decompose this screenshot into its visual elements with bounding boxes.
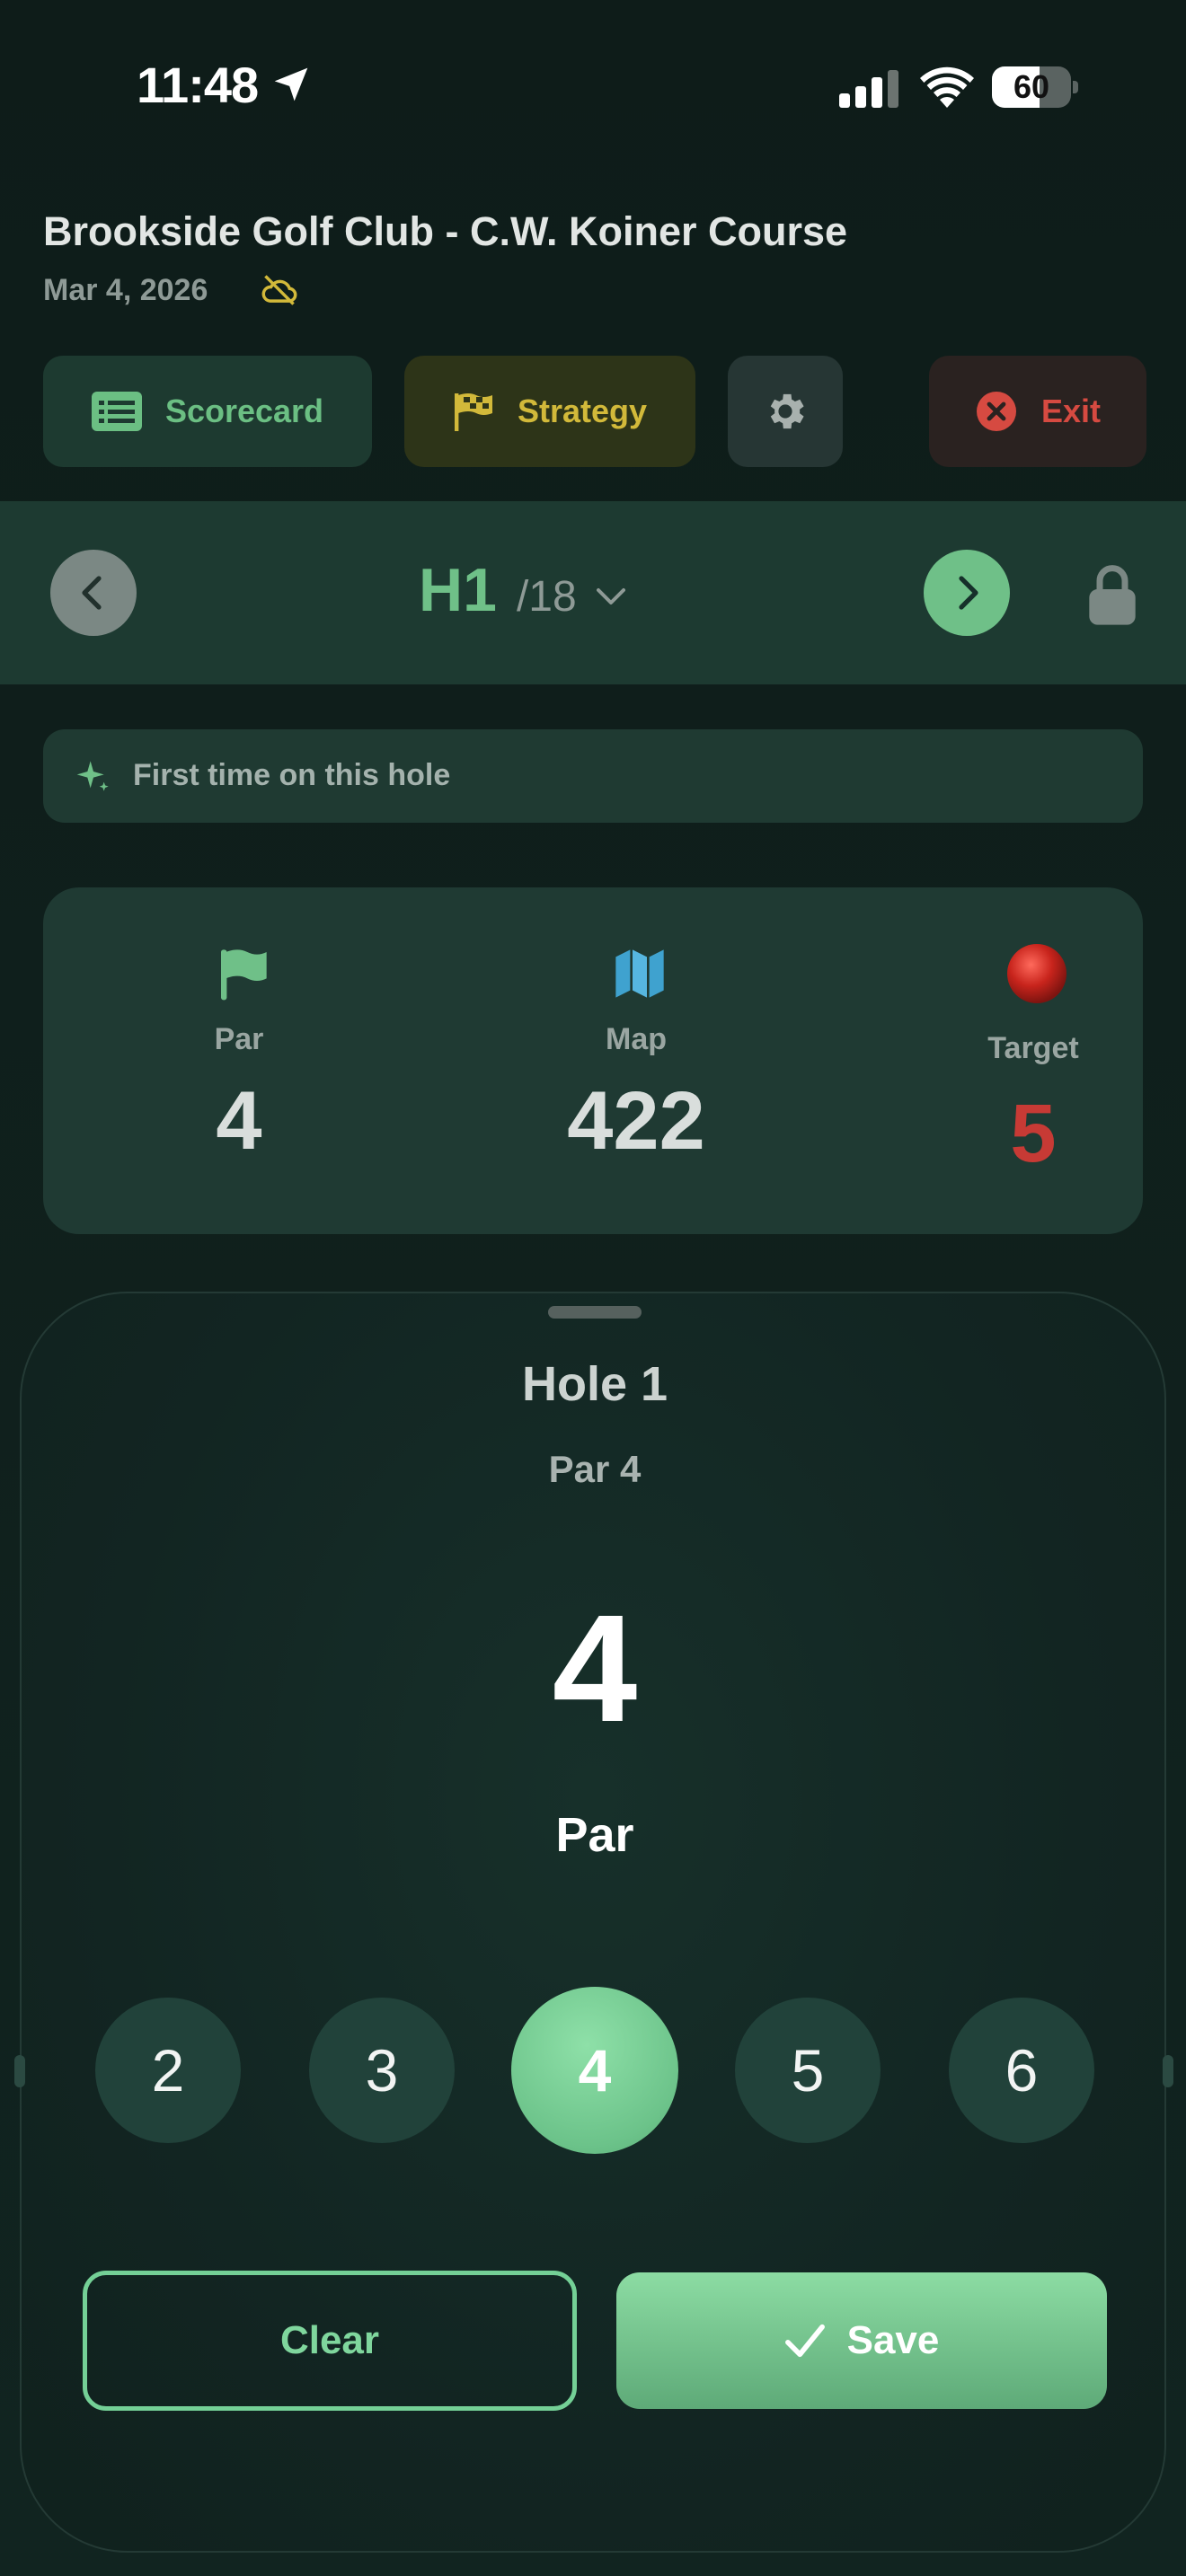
clear-button[interactable]: Clear bbox=[83, 2271, 577, 2411]
hole-stats-card: Par 4 Map 422 Target 5 bbox=[43, 887, 1143, 1234]
lock-icon[interactable] bbox=[1087, 564, 1137, 627]
sheet-par: Par 4 bbox=[548, 1448, 642, 1490]
first-time-text: First time on this hole bbox=[133, 758, 451, 792]
course-title: Brookside Golf Club - C.W. Koiner Course bbox=[43, 208, 848, 254]
settings-button[interactable] bbox=[728, 356, 843, 467]
first-time-banner: First time on this hole bbox=[43, 729, 1143, 823]
score-option-3[interactable]: 3 bbox=[309, 1998, 455, 2143]
cloud-off-icon bbox=[261, 275, 297, 305]
chevron-left-icon bbox=[82, 576, 102, 610]
cellular-signal-icon bbox=[839, 70, 898, 108]
status-bar: 11:48 60 bbox=[0, 0, 1186, 171]
hole-selector[interactable]: H1 /18 bbox=[419, 555, 625, 631]
sheet-grabber[interactable] bbox=[548, 1306, 642, 1319]
score-option-peek-right bbox=[1163, 2055, 1173, 2087]
chevron-right-icon bbox=[959, 576, 978, 610]
score-option-5[interactable]: 5 bbox=[735, 1998, 881, 2143]
scorecard-button[interactable]: Scorecard bbox=[43, 356, 372, 467]
score-entry-sheet: Hole 1 Par 4 4 Par 2 3 4 5 6 Clear Save bbox=[14, 1292, 1173, 2553]
score-name: Par bbox=[555, 1808, 634, 1862]
score-option-2[interactable]: 2 bbox=[95, 1998, 241, 2143]
status-time: 11:48 bbox=[137, 57, 259, 113]
save-button[interactable]: Save bbox=[616, 2272, 1107, 2409]
round-date: Mar 4, 2026 bbox=[43, 273, 208, 307]
sparkle-icon bbox=[76, 761, 109, 791]
score-option-peek-left bbox=[14, 2055, 25, 2087]
scorecard-label: Scorecard bbox=[164, 393, 324, 429]
exit-label: Exit bbox=[1040, 393, 1102, 429]
exit-button[interactable]: Exit bbox=[929, 356, 1146, 467]
sheet-title: Hole 1 bbox=[521, 1357, 668, 1411]
checkered-flag-icon bbox=[454, 393, 492, 431]
total-holes: /18 bbox=[516, 573, 577, 621]
score-option-6[interactable]: 6 bbox=[949, 1998, 1094, 2143]
next-hole-button[interactable] bbox=[924, 550, 1010, 636]
hole-navigation-bar: H1 /18 bbox=[0, 501, 1186, 684]
selected-score: 4 bbox=[552, 1584, 638, 1754]
map-label: Map bbox=[606, 1022, 667, 1056]
target-value: 5 bbox=[1010, 1088, 1057, 1179]
battery-icon: 60 bbox=[992, 66, 1078, 108]
flag-icon bbox=[221, 949, 267, 1001]
strategy-button[interactable]: Strategy bbox=[404, 356, 695, 467]
scorecard-list-icon bbox=[91, 392, 142, 431]
checkmark-icon bbox=[784, 2324, 825, 2358]
par-value: 4 bbox=[216, 1075, 262, 1167]
map-icon bbox=[615, 949, 664, 998]
strategy-label: Strategy bbox=[517, 393, 648, 429]
gear-icon bbox=[770, 393, 804, 429]
battery-level: 60 bbox=[1013, 68, 1050, 105]
save-label: Save bbox=[846, 2318, 940, 2362]
current-hole: H1 bbox=[419, 556, 497, 624]
previous-hole-button[interactable] bbox=[50, 550, 137, 636]
score-option-4-selected[interactable]: 4 bbox=[511, 1987, 678, 2154]
red-circle-icon bbox=[1007, 944, 1067, 1003]
target-label: Target bbox=[987, 1031, 1079, 1065]
par-label: Par bbox=[214, 1022, 264, 1056]
chevron-down-icon bbox=[596, 588, 625, 604]
location-arrow-icon bbox=[274, 67, 308, 101]
app-root: 11:48 60 Brookside Golf Club - C.W. Koin… bbox=[0, 0, 1186, 2576]
close-circle-icon bbox=[976, 392, 1016, 431]
wifi-icon bbox=[920, 66, 974, 108]
map-yardage-value: 422 bbox=[567, 1075, 705, 1167]
clear-label: Clear bbox=[279, 2318, 380, 2362]
